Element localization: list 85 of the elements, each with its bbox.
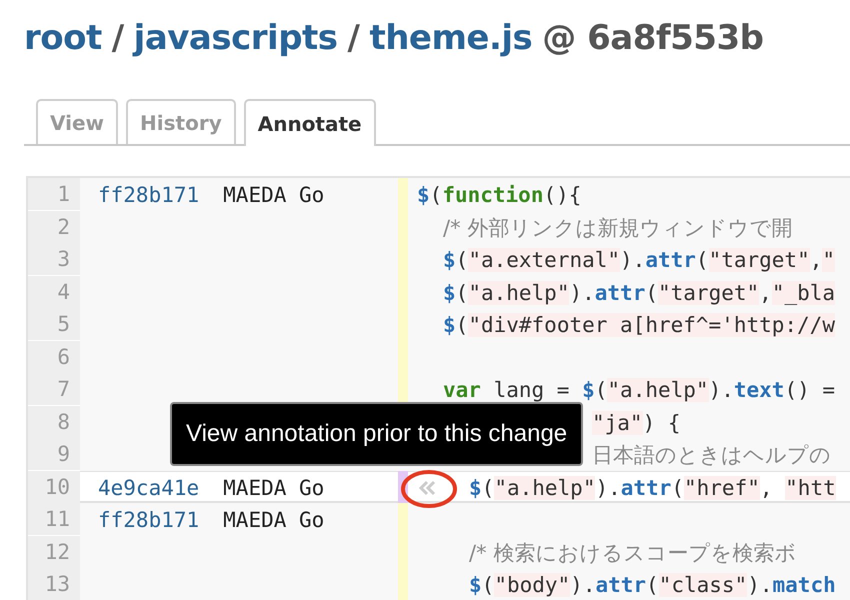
line-number: 1 bbox=[28, 178, 80, 212]
code-token: ( bbox=[482, 476, 494, 500]
code-token: ( bbox=[646, 573, 659, 597]
code-token: $ bbox=[469, 573, 482, 597]
breadcrumb-link[interactable]: root bbox=[24, 18, 102, 58]
code-token: attr bbox=[620, 476, 672, 500]
code-comment: /* 検索におけるスコープを検索ボ bbox=[469, 540, 796, 566]
line-number: 3 bbox=[28, 243, 80, 277]
code-token: ( bbox=[671, 476, 684, 500]
code-token: "target" bbox=[708, 248, 810, 272]
code-token: "ja" bbox=[592, 410, 643, 434]
commit-link[interactable]: 4e9ca41e bbox=[98, 476, 200, 500]
tooltip: View annotation prior to this change bbox=[170, 402, 584, 466]
code-token: "a.external" bbox=[468, 248, 620, 272]
code-token: attr bbox=[595, 573, 646, 597]
line-number: 12 bbox=[28, 536, 80, 570]
code-token: "a.help" bbox=[607, 378, 709, 402]
code-token: ( bbox=[456, 280, 468, 304]
code-token: lang = bbox=[492, 378, 570, 402]
breadcrumb-separator: / bbox=[348, 18, 360, 58]
code-token: ( bbox=[456, 248, 468, 272]
highlight-ring bbox=[400, 468, 458, 508]
line-number: 10 bbox=[28, 470, 80, 504]
code-token: ( bbox=[482, 573, 494, 597]
code-token: attr bbox=[594, 280, 646, 304]
line-number: 2 bbox=[28, 210, 80, 244]
line-number: 4 bbox=[28, 276, 80, 310]
code-token: ( bbox=[645, 280, 658, 304]
code-token: $ bbox=[443, 248, 456, 272]
code-token: $ bbox=[469, 476, 482, 500]
code-token: "target" bbox=[658, 280, 760, 304]
code-token: "_bla bbox=[772, 280, 836, 304]
code-token: (){ bbox=[543, 183, 582, 207]
code-token: "div#footer a[href^='http://w bbox=[468, 313, 835, 337]
code-token: $ bbox=[443, 313, 456, 337]
code-token: var bbox=[443, 378, 481, 402]
code-token: ( bbox=[594, 378, 608, 402]
code-comment: 日本語のときはヘルプの bbox=[592, 442, 831, 469]
code-token: ). bbox=[570, 573, 596, 597]
code-token: ). bbox=[747, 573, 773, 597]
code-comment: /* 外部リンクは新規ウィンドウで開 bbox=[443, 214, 792, 242]
code-token: ). bbox=[620, 248, 646, 272]
code-token: ). bbox=[708, 378, 734, 402]
tab[interactable]: Annotate bbox=[244, 99, 376, 146]
code-token: function bbox=[442, 183, 544, 207]
revision-label: @ 6a8f553b bbox=[542, 18, 764, 58]
code-token: ) { bbox=[642, 410, 681, 434]
commit-link[interactable]: ff28b171 bbox=[98, 508, 200, 532]
author-name: MAEDA Go bbox=[223, 476, 324, 500]
breadcrumb-link[interactable]: javascripts bbox=[134, 18, 338, 58]
code-token: "a.help" bbox=[494, 476, 596, 500]
line-number: 8 bbox=[28, 406, 80, 440]
breadcrumb-separator: / bbox=[112, 18, 124, 58]
code-token: () = bbox=[784, 378, 836, 402]
breadcrumb-link[interactable]: theme.js bbox=[369, 18, 532, 58]
line-number: 6 bbox=[28, 340, 80, 374]
commit-link[interactable]: ff28b171 bbox=[98, 183, 200, 207]
author-name: MAEDA Go bbox=[223, 183, 324, 207]
code-token: ). bbox=[569, 280, 595, 304]
code-token: "href" bbox=[684, 476, 760, 500]
line-number: 9 bbox=[28, 438, 80, 472]
line-number: 7 bbox=[28, 373, 80, 407]
code-token: "class" bbox=[658, 573, 748, 597]
code-token: match bbox=[772, 573, 836, 597]
code-token: , bbox=[810, 248, 822, 272]
code-token: " bbox=[822, 248, 836, 272]
code-token: text bbox=[734, 378, 784, 402]
code-token: ( bbox=[696, 248, 709, 272]
code-token: $ bbox=[417, 183, 430, 207]
author-name: MAEDA Go bbox=[223, 508, 324, 532]
code-token: "body" bbox=[494, 573, 570, 597]
code-token: ). bbox=[595, 476, 621, 500]
code-token: $ bbox=[443, 280, 456, 304]
line-number: 11 bbox=[28, 503, 80, 537]
line-number: 5 bbox=[28, 308, 80, 342]
code-token: "a.help" bbox=[468, 280, 570, 304]
code-token: ( bbox=[430, 183, 442, 207]
code-token: ( bbox=[456, 313, 468, 337]
code-token: , bbox=[759, 280, 772, 304]
code-token: , bbox=[760, 476, 774, 500]
line-number: 13 bbox=[28, 568, 80, 600]
code-token: "htt bbox=[785, 476, 836, 500]
code-token: attr bbox=[645, 248, 696, 272]
code-token: $ bbox=[582, 378, 595, 402]
double-chevron-icon bbox=[418, 480, 438, 496]
